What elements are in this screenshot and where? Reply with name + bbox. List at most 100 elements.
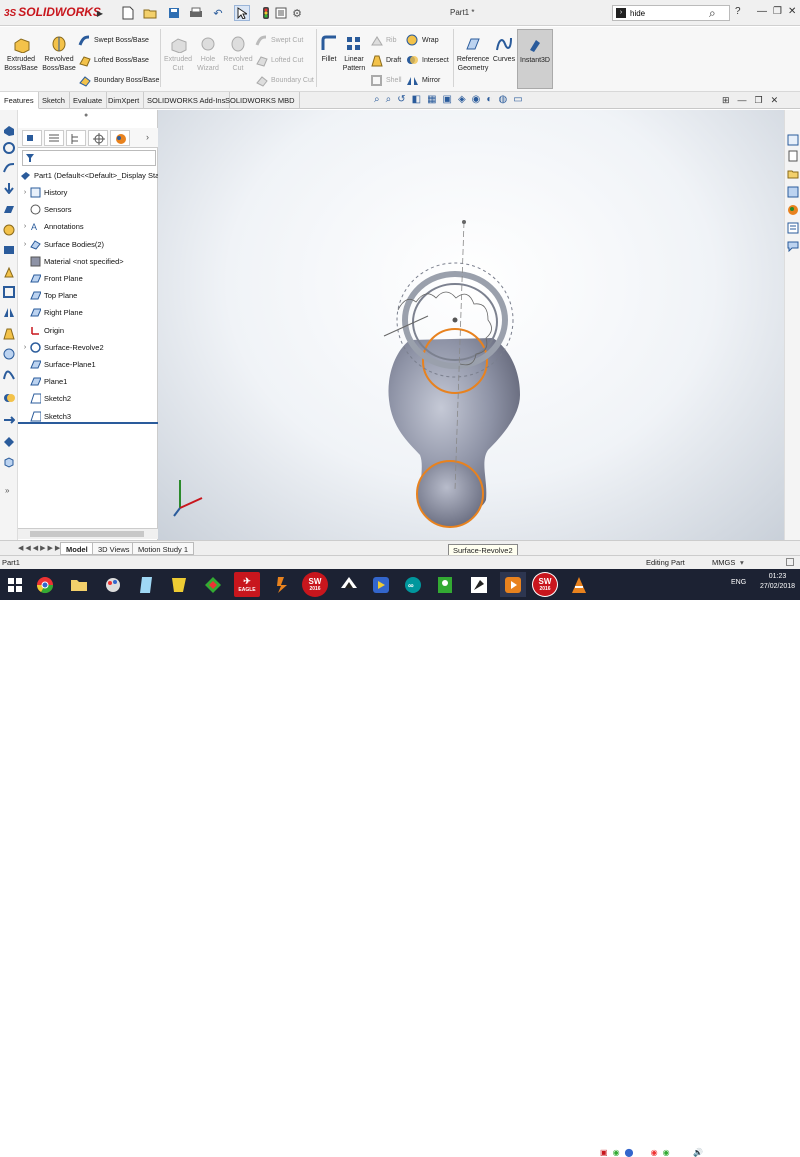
vlc-taskbar-icon[interactable] — [566, 572, 592, 597]
tray-battery-icon[interactable]: ▮ — [675, 1148, 679, 1157]
tab-sketch[interactable]: Sketch — [38, 92, 70, 109]
draft-button[interactable]: Draft — [370, 51, 401, 69]
chrome-icon[interactable] — [32, 572, 58, 597]
tab-scroll-arrows-icon[interactable]: ◀◀◀▶▶▶ — [18, 544, 62, 552]
reference-geometry-button[interactable]: Reference Geometry — [455, 35, 491, 73]
more-shortcuts-icon[interactable]: » — [5, 486, 9, 495]
windows-start-icon[interactable] — [2, 572, 28, 597]
intersect-shortcut-icon[interactable] — [3, 392, 15, 404]
tab-model[interactable]: Model — [60, 542, 94, 555]
dimxpert-manager-tab-icon[interactable] — [88, 130, 108, 146]
display-manager-tab-icon[interactable] — [110, 130, 130, 146]
arduino-taskbar-icon[interactable]: ∞ — [400, 572, 426, 597]
pattern-shortcut-icon[interactable] — [3, 244, 15, 256]
sweep-shortcut-icon[interactable] — [3, 162, 15, 174]
status-tray-icon[interactable] — [786, 558, 794, 566]
options-gear-icon[interactable]: ⚙ — [289, 5, 305, 21]
system-clock[interactable]: 01:23 27/02/2018 — [760, 572, 795, 592]
tray-app-icon-1[interactable]: ▣ — [600, 1148, 608, 1157]
boundary-boss-button[interactable]: Boundary Boss/Base — [78, 71, 159, 89]
fillet-shortcut-icon[interactable] — [3, 224, 15, 236]
search-magnifier-icon[interactable]: ⌕ — [709, 6, 716, 21]
apply-scene-icon[interactable]: ◍ — [498, 94, 507, 105]
tool-taskbar-icon[interactable] — [466, 572, 492, 597]
revolved-cut-button[interactable]: Revolved Cut — [222, 35, 254, 73]
expand-arrow-icon[interactable]: › — [20, 241, 30, 248]
view-palette-icon[interactable] — [787, 186, 799, 198]
expand-arrow-icon[interactable]: › — [20, 344, 30, 351]
feature-tree-tab-icon[interactable] — [22, 130, 42, 146]
draft-shortcut-icon[interactable] — [3, 328, 15, 340]
panel-handle-icon[interactable]: ● — [84, 112, 88, 119]
instant3d-button[interactable]: Instant3D — [517, 29, 553, 89]
expand-arrow-icon[interactable]: › — [20, 189, 30, 196]
viewport-restore-icon[interactable]: ❐ — [755, 95, 763, 106]
cube-shortcut-icon[interactable] — [3, 456, 15, 468]
intersect-button[interactable]: Intersect — [406, 51, 449, 69]
language-indicator[interactable]: ENG — [731, 579, 746, 586]
extruded-cut-button[interactable]: Extruded Cut — [162, 35, 194, 73]
open-icon[interactable] — [142, 5, 158, 21]
split-shortcut-icon[interactable] — [3, 436, 15, 448]
feature-tree-item[interactable]: Right Plane — [20, 304, 83, 321]
tab-evaluate[interactable]: Evaluate — [69, 92, 108, 109]
shell-button[interactable]: Shell — [370, 71, 402, 89]
wrap-button[interactable]: Wrap — [406, 31, 439, 49]
custom-properties-icon[interactable] — [787, 222, 799, 234]
view-orientation-icon[interactable]: ▣ — [443, 94, 452, 105]
rib-button[interactable]: Rib — [370, 31, 397, 49]
feature-tree-item[interactable]: Sketch3 — [20, 408, 71, 425]
dynamic-annotation-icon[interactable]: ▦ — [427, 94, 436, 105]
tray-app-icon-5[interactable]: ◉ — [663, 1148, 670, 1157]
feature-tree-item[interactable]: › History — [20, 184, 67, 201]
extrude-shortcut-icon[interactable] — [3, 124, 15, 136]
app-taskbar-icon[interactable] — [200, 572, 226, 597]
boundary-cut-button[interactable]: Boundary Cut — [255, 71, 314, 89]
shell-shortcut-icon[interactable] — [3, 286, 15, 298]
move-face-shortcut-icon[interactable] — [3, 414, 15, 426]
section-view-icon[interactable]: ◧ — [412, 94, 421, 105]
swept-cut-button[interactable]: Swept Cut — [255, 31, 303, 49]
tray-app-icon-2[interactable]: ◉ — [613, 1148, 620, 1157]
extruded-boss-button[interactable]: Extruded Boss/Base — [2, 35, 40, 73]
horizontal-scrollbar[interactable] — [18, 528, 158, 539]
swept-boss-button[interactable]: Swept Boss/Base — [78, 31, 149, 49]
tab-addins[interactable]: SOLIDWORKS Add-Ins — [143, 92, 231, 109]
viewport-close-icon[interactable]: ✕ — [771, 95, 779, 106]
menu-expand-icon[interactable]: ▶ — [92, 5, 108, 21]
feature-tree-item[interactable]: Top Plane — [20, 287, 77, 304]
hole-wizard-button[interactable]: Hole Wizard — [194, 35, 222, 73]
linear-pattern-button[interactable]: Linear Pattern — [341, 35, 367, 73]
solidworks-active-taskbar-icon[interactable]: SW 2016 — [532, 572, 558, 597]
tab-dimxpert[interactable]: DimXpert — [104, 92, 145, 109]
hide-show-items-icon[interactable]: ◉ — [472, 94, 481, 105]
viewport-minimize-icon[interactable]: — — [738, 95, 747, 106]
print-icon[interactable] — [188, 5, 204, 21]
zoom-area-icon[interactable]: ⌕ — [386, 94, 392, 105]
media-taskbar-icon[interactable] — [368, 572, 394, 597]
contacts-taskbar-icon[interactable] — [432, 572, 458, 597]
edit-appearance-icon[interactable]: ◐ — [486, 94, 492, 105]
units-dropdown-icon[interactable]: ▾ — [740, 556, 744, 569]
solidworks-resources-icon[interactable] — [787, 134, 799, 146]
plane-shortcut-icon[interactable] — [3, 204, 15, 216]
fillet-button[interactable]: Fillet — [318, 35, 340, 64]
mirror-button[interactable]: Mirror — [406, 71, 440, 89]
solidworks-taskbar-icon[interactable]: SW 2016 — [302, 572, 328, 597]
search-input[interactable] — [630, 8, 710, 18]
restore-button[interactable]: ❐ — [773, 6, 782, 17]
tab-mbd[interactable]: SOLIDWORKS MBD — [221, 92, 300, 109]
media-player-taskbar-icon[interactable] — [500, 572, 526, 597]
tray-flag-icon[interactable]: ⚑ — [639, 1148, 646, 1157]
feature-tree-item[interactable]: Front Plane — [20, 270, 83, 287]
feature-tree-item[interactable]: › A Annotations — [20, 218, 84, 235]
origin-point[interactable] — [452, 317, 458, 323]
feature-tree-item[interactable]: Sensors — [20, 201, 72, 218]
zoom-to-fit-icon[interactable]: ⌕ — [374, 94, 380, 105]
solidworks-logo[interactable]: 3S SOLIDWORKS — [4, 5, 101, 19]
lofted-boss-button[interactable]: Lofted Boss/Base — [78, 51, 149, 69]
file-explorer-icon[interactable] — [787, 168, 799, 180]
curves-shortcut-icon[interactable] — [3, 368, 15, 380]
appearances-icon[interactable] — [787, 204, 799, 216]
feature-tree-item[interactable]: Material <not specified> — [20, 253, 124, 270]
